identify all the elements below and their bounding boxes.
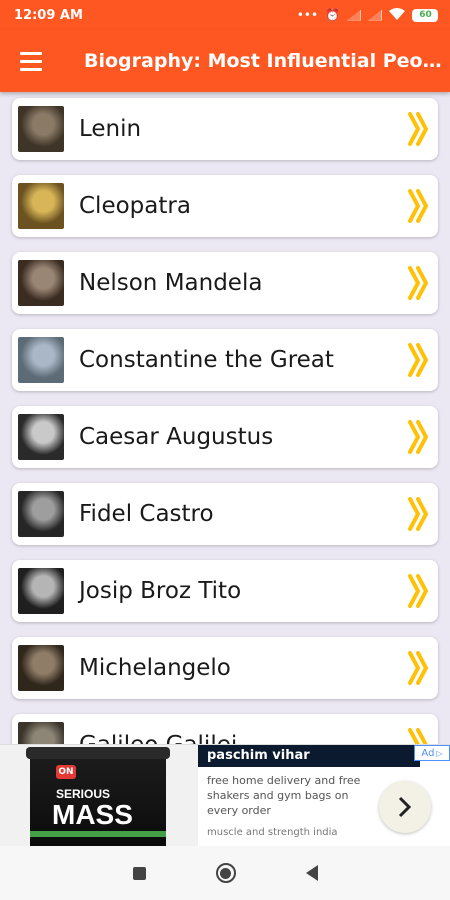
list-item-name: Cleopatra: [79, 193, 191, 219]
ad-product-image[interactable]: ON SERIOUS MASS: [0, 745, 198, 846]
list-item[interactable]: Cleopatra: [12, 175, 438, 237]
ad-banner[interactable]: ON SERIOUS MASS paschim vihar Ad ▷ free …: [0, 744, 450, 846]
portrait-thumbnail: [18, 183, 64, 229]
recents-button[interactable]: [132, 866, 146, 880]
list-item-name: Josip Broz Tito: [79, 578, 242, 604]
double-chevron-right-icon: [408, 343, 429, 377]
home-button[interactable]: [215, 863, 236, 883]
app-bar: Biography: Most Influential People: [0, 30, 450, 92]
portrait-thumbnail: [18, 106, 64, 152]
ad-open-button[interactable]: [379, 781, 431, 833]
double-chevron-right-icon: [408, 497, 429, 531]
list-item[interactable]: Lenin: [12, 98, 438, 160]
list-item-name: Constantine the Great: [79, 347, 334, 373]
status-time: 12:09 AM: [14, 7, 83, 23]
list-item-name: Lenin: [79, 116, 142, 142]
product-band: [30, 831, 166, 837]
portrait-thumbnail: [18, 260, 64, 306]
portrait-thumbnail: [18, 491, 64, 537]
product-brand: ON: [58, 767, 74, 777]
alarm-off-icon: ⏰: [325, 8, 340, 22]
double-chevron-right-icon: [408, 420, 429, 454]
product-line2: MASS: [52, 799, 133, 830]
list-item[interactable]: Constantine the Great: [12, 329, 438, 391]
product-lid: [26, 747, 170, 759]
wifi-icon: [389, 7, 405, 23]
portrait-thumbnail: [18, 568, 64, 614]
ad-subtitle: muscle and strength india: [207, 827, 338, 838]
cell-signal-icon-2: [368, 9, 382, 21]
chevron-right-icon: [398, 796, 412, 818]
list-item[interactable]: Michelangelo: [12, 637, 438, 699]
list-item[interactable]: Josip Broz Tito: [12, 560, 438, 622]
portrait-thumbnail: [18, 722, 64, 744]
more-notifications-icon: •••: [296, 8, 319, 22]
statue-thumbnail: [18, 337, 64, 383]
menu-icon[interactable]: [0, 30, 64, 92]
status-icons: ••• ⏰ 60: [296, 7, 438, 23]
list-item[interactable]: Nelson Mandela: [12, 252, 438, 314]
list-item-name: Michelangelo: [79, 655, 231, 681]
double-chevron-right-icon: [408, 574, 429, 608]
back-button[interactable]: [305, 865, 318, 881]
list-item[interactable]: Galileo Galilei: [12, 714, 438, 744]
ad-text[interactable]: paschim vihar Ad ▷ free home delivery an…: [198, 745, 450, 846]
battery-level: 60: [419, 10, 432, 20]
portrait-thumbnail: [18, 645, 64, 691]
list-item-name: Caesar Augustus: [79, 424, 274, 450]
double-chevron-right-icon: [408, 112, 429, 146]
double-chevron-right-icon: [408, 728, 428, 744]
product-brand-logo: ON: [56, 765, 76, 779]
biography-list[interactable]: Lenin Cleopatra Nelson Mandela Constantine …: [0, 92, 450, 744]
list-item[interactable]: Fidel Castro: [12, 483, 438, 545]
double-chevron-right-icon: [408, 651, 429, 685]
adchoices-icon: ▷: [436, 748, 443, 758]
list-item-name: Fidel Castro: [79, 501, 214, 527]
page-title: Biography: Most Influential People: [84, 50, 446, 72]
system-nav-bar: [0, 846, 450, 900]
ad-title[interactable]: paschim vihar: [198, 745, 420, 767]
cell-signal-icon: [347, 9, 361, 21]
list-item-name: Galileo Galilei: [79, 732, 406, 744]
ad-description: free home delivery and free shakers and …: [207, 774, 361, 817]
ad-badge[interactable]: Ad ▷: [414, 745, 450, 761]
portrait-thumbnail: [18, 414, 64, 460]
double-chevron-right-icon: [408, 189, 429, 223]
list-item-name: Nelson Mandela: [79, 270, 263, 296]
list-item[interactable]: Caesar Augustus: [12, 406, 438, 468]
double-chevron-right-icon: [408, 266, 429, 300]
battery-icon: 60: [412, 8, 438, 22]
ad-label: Ad: [421, 747, 435, 759]
status-bar: 12:09 AM ••• ⏰ 60: [0, 0, 450, 30]
